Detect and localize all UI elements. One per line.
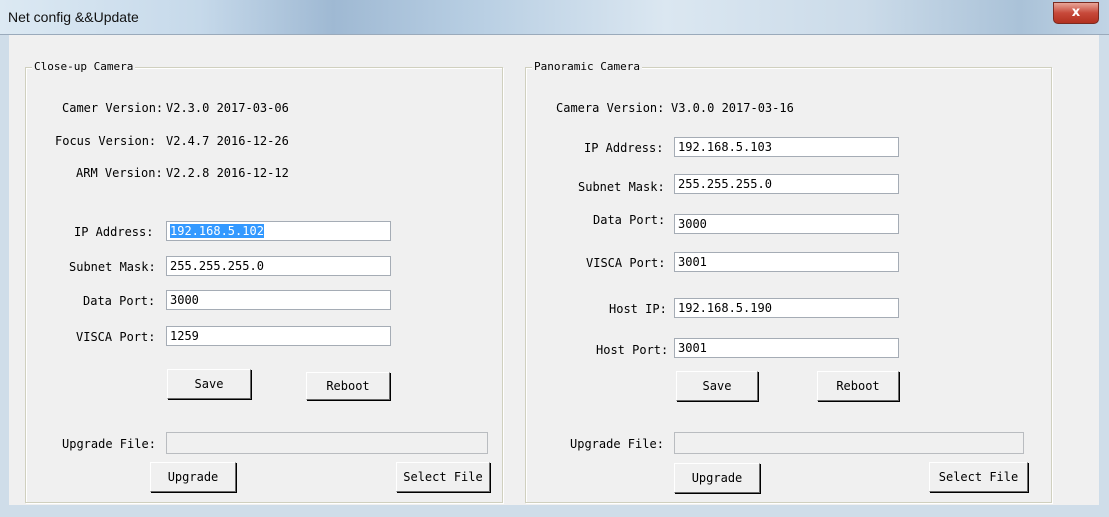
closeup-visca-port-input[interactable]: 1259 bbox=[166, 326, 391, 346]
closeup-save-button[interactable]: Save bbox=[167, 369, 251, 399]
panoramic-mask-input[interactable]: 255.255.255.0 bbox=[674, 174, 899, 194]
closeup-visca-port-label: VISCA Port: bbox=[76, 330, 156, 344]
closeup-upgrade-file-label: Upgrade File: bbox=[62, 437, 156, 451]
panoramic-mask-label: Subnet Mask: bbox=[578, 180, 665, 194]
closeup-select-file-button[interactable]: Select File bbox=[396, 462, 490, 492]
panoramic-data-port-input[interactable]: 3000 bbox=[674, 214, 899, 234]
closeup-camera-version-value: V2.3.0 2017-03-06 bbox=[166, 101, 289, 115]
closeup-camera-title: Close-up Camera bbox=[32, 60, 136, 74]
panoramic-host-ip-input[interactable]: 192.168.5.190 bbox=[674, 298, 899, 318]
panoramic-ip-label: IP Address: bbox=[584, 141, 664, 155]
closeup-camera-version-label: Camer Version: bbox=[62, 101, 164, 115]
panoramic-reboot-button[interactable]: Reboot bbox=[817, 371, 899, 401]
window-frame-left bbox=[0, 35, 9, 517]
panoramic-host-ip-label: Host IP: bbox=[609, 302, 667, 316]
closeup-arm-version-value: V2.2.8 2016-12-12 bbox=[166, 166, 289, 180]
panoramic-upgrade-button[interactable]: Upgrade bbox=[674, 463, 760, 493]
closeup-ip-input[interactable]: 192.168.5.102 bbox=[166, 221, 391, 241]
panoramic-camera-version-label: Camera Version: bbox=[556, 101, 665, 115]
panoramic-visca-port-label: VISCA Port: bbox=[586, 256, 666, 270]
closeup-mask-label: Subnet Mask: bbox=[69, 260, 156, 274]
close-button[interactable]: x bbox=[1053, 2, 1099, 24]
panoramic-save-button[interactable]: Save bbox=[676, 371, 758, 401]
closeup-ip-value: 192.168.5.102 bbox=[170, 224, 264, 238]
close-icon: x bbox=[1071, 5, 1081, 20]
panoramic-ip-input[interactable]: 192.168.5.103 bbox=[674, 137, 899, 157]
panoramic-host-port-input[interactable]: 3001 bbox=[674, 338, 899, 358]
window-title: Net config &&Update bbox=[8, 9, 139, 25]
window-frame-right bbox=[1099, 35, 1109, 517]
panoramic-host-port-label: Host Port: bbox=[596, 343, 669, 357]
title-bar[interactable]: Net config &&Update x bbox=[0, 0, 1109, 35]
panoramic-camera-title: Panoramic Camera bbox=[532, 60, 642, 74]
closeup-focus-version-label: Focus Version: bbox=[55, 134, 157, 148]
closeup-data-port-label: Data Port: bbox=[83, 294, 156, 308]
closeup-upgrade-button[interactable]: Upgrade bbox=[150, 462, 236, 492]
panoramic-camera-version-value: V3.0.0 2017-03-16 bbox=[671, 101, 794, 115]
closeup-ip-label: IP Address: bbox=[74, 225, 154, 239]
closeup-upgrade-file-input[interactable] bbox=[166, 432, 488, 454]
closeup-mask-input[interactable]: 255.255.255.0 bbox=[166, 256, 391, 276]
window-frame-bottom bbox=[0, 505, 1109, 517]
panoramic-data-port-label: Data Port: bbox=[593, 213, 666, 227]
closeup-data-port-input[interactable]: 3000 bbox=[166, 290, 391, 310]
panoramic-upgrade-file-input[interactable] bbox=[674, 432, 1024, 454]
closeup-focus-version-value: V2.4.7 2016-12-26 bbox=[166, 134, 289, 148]
closeup-arm-version-label: ARM Version: bbox=[76, 166, 163, 180]
panoramic-visca-port-input[interactable]: 3001 bbox=[674, 252, 899, 272]
panoramic-upgrade-file-label: Upgrade File: bbox=[570, 437, 664, 451]
closeup-reboot-button[interactable]: Reboot bbox=[306, 372, 390, 400]
panoramic-select-file-button[interactable]: Select File bbox=[929, 462, 1028, 492]
